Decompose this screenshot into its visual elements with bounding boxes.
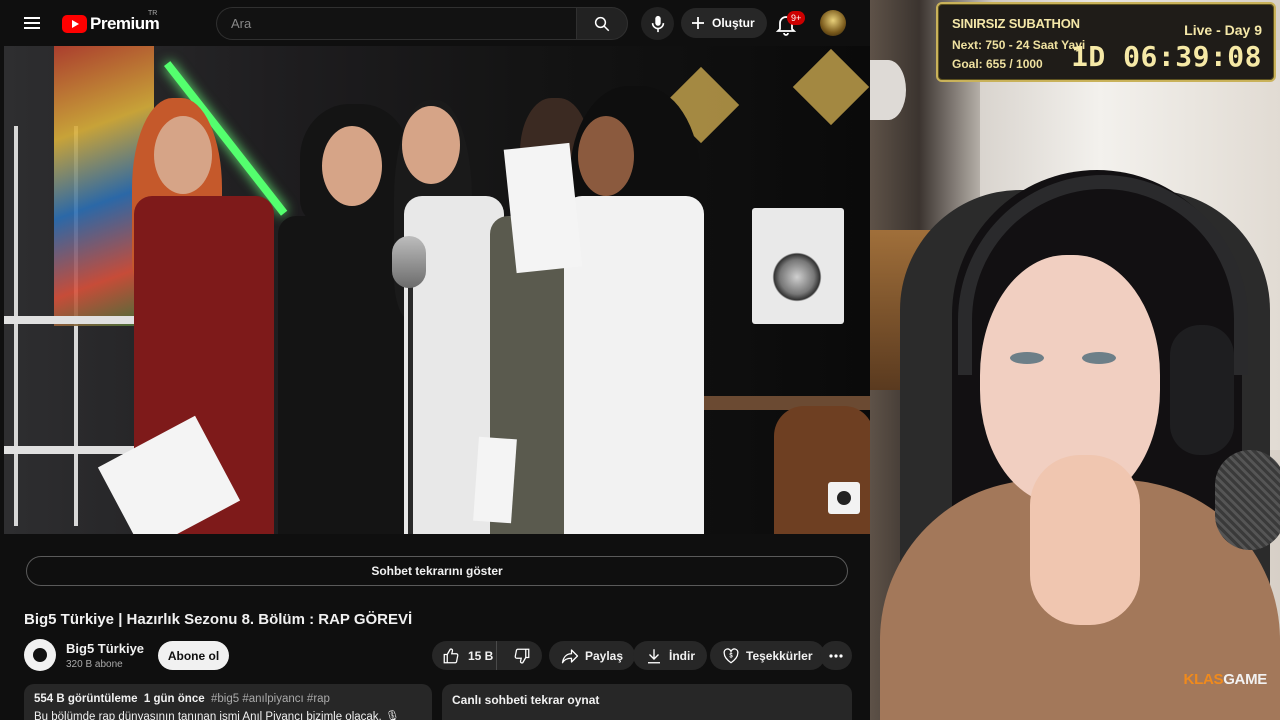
download-button[interactable]: İndir bbox=[633, 641, 707, 670]
subscribe-button[interactable]: Abone ol bbox=[158, 641, 229, 670]
subathon-timer: 1D 06:39:08 bbox=[1071, 40, 1262, 73]
studio-shelf bbox=[4, 316, 144, 324]
dislike-button[interactable] bbox=[503, 641, 542, 670]
upload-age: 1 gün önce bbox=[143, 693, 205, 705]
lyric-sheet bbox=[503, 142, 583, 274]
menu-icon[interactable] bbox=[22, 13, 44, 33]
watermark-suffix: GAME bbox=[1223, 671, 1267, 688]
download-label: İndir bbox=[669, 648, 695, 663]
view-count: 554 B görüntüleme bbox=[34, 693, 138, 705]
live-chat-title: Canlı sohbeti tekrar oynat bbox=[452, 693, 600, 707]
like-count: 15 B bbox=[468, 648, 494, 663]
youtube-play-icon bbox=[62, 15, 87, 33]
live-chat-replay-panel[interactable]: Canlı sohbeti tekrar oynat bbox=[442, 684, 852, 720]
show-chat-replay-button[interactable]: Sohbet tekrarını göster bbox=[26, 556, 848, 586]
hashtags[interactable]: #big5 #anılpiyancı #rap bbox=[211, 693, 330, 705]
subathon-title: SINIRSIZ SUBATHON bbox=[952, 16, 1080, 31]
like-button[interactable]: 15 B bbox=[432, 641, 497, 670]
logo-region: TR bbox=[148, 10, 158, 17]
studio-speaker bbox=[752, 208, 844, 324]
voice-search-button[interactable] bbox=[641, 7, 674, 40]
microphone-stand bbox=[408, 246, 413, 534]
search-button[interactable] bbox=[576, 7, 628, 40]
create-button[interactable]: Oluştur bbox=[681, 8, 767, 38]
svg-text:$: $ bbox=[729, 653, 733, 659]
search-input[interactable] bbox=[216, 7, 576, 40]
video-player[interactable] bbox=[4, 46, 870, 534]
description-text: Bu bölümde rap dünyasının tanınan ismi A… bbox=[34, 711, 400, 720]
studio-chair bbox=[774, 406, 870, 534]
lyric-sheet bbox=[473, 436, 517, 524]
channel-name[interactable]: Big5 Türkiye bbox=[66, 641, 144, 656]
youtube-logo[interactable]: Premium bbox=[62, 14, 160, 34]
streamer-hand bbox=[1030, 455, 1140, 625]
share-button[interactable]: Paylaş bbox=[549, 641, 636, 670]
search-icon bbox=[594, 16, 610, 31]
plus-icon bbox=[692, 17, 704, 29]
subathon-next-goal: Next: 750 - 24 Saat Yayi bbox=[952, 38, 1086, 52]
wall-decoration bbox=[792, 48, 870, 126]
thanks-button[interactable]: $ Teşekkürler bbox=[710, 641, 825, 670]
subathon-goal-progress: Goal: 655 / 1000 bbox=[952, 57, 1043, 71]
streaming-microphone bbox=[1215, 450, 1280, 550]
notification-badge: 9+ bbox=[787, 11, 806, 25]
subathon-overlay: SINIRSIZ SUBATHON Next: 750 - 24 Saat Ya… bbox=[936, 2, 1276, 82]
super-thanks-icon: $ bbox=[723, 647, 739, 664]
thumbs-down-icon bbox=[514, 648, 530, 664]
channel-avatar[interactable] bbox=[24, 639, 56, 671]
description-meta: 554 B görüntüleme 1 gün önce #big5 #anıl… bbox=[34, 693, 422, 705]
share-icon bbox=[561, 648, 579, 663]
create-label: Oluştur bbox=[712, 16, 755, 30]
klasgame-watermark: KLASGAME bbox=[1183, 671, 1268, 688]
logo-text: Premium bbox=[90, 14, 160, 33]
thanks-label: Teşekkürler bbox=[746, 648, 813, 663]
share-label: Paylaş bbox=[585, 648, 624, 663]
account-avatar[interactable] bbox=[820, 10, 846, 36]
top-bar: Premium TR Oluştur 9+ bbox=[0, 0, 870, 46]
more-horizontal-icon bbox=[829, 653, 843, 658]
download-icon bbox=[648, 648, 660, 663]
webcam-pane: KLASGAME bbox=[870, 0, 1280, 720]
lamp bbox=[870, 60, 906, 120]
subscriber-count: 320 B abone bbox=[66, 659, 123, 670]
thumbs-up-icon bbox=[443, 647, 459, 663]
search-bar bbox=[216, 7, 628, 40]
watermark-brand: KLAS bbox=[1183, 671, 1224, 688]
headphone-earcup bbox=[1170, 325, 1234, 455]
microphone-icon bbox=[651, 15, 664, 32]
like-dislike-group: 15 B bbox=[432, 641, 542, 670]
channel-watermark-icon[interactable] bbox=[828, 482, 860, 514]
studio-rack bbox=[14, 126, 18, 526]
studio-microphone bbox=[392, 236, 426, 288]
subathon-live-day: Live - Day 9 bbox=[1184, 22, 1262, 38]
description-box[interactable]: 554 B görüntüleme 1 gün önce #big5 #anıl… bbox=[24, 684, 432, 720]
more-actions-button[interactable] bbox=[820, 641, 852, 670]
video-title: Big5 Türkiye | Hazırlık Sezonu 8. Bölüm … bbox=[24, 611, 413, 628]
youtube-pane: Premium TR Oluştur 9+ bbox=[0, 0, 870, 720]
